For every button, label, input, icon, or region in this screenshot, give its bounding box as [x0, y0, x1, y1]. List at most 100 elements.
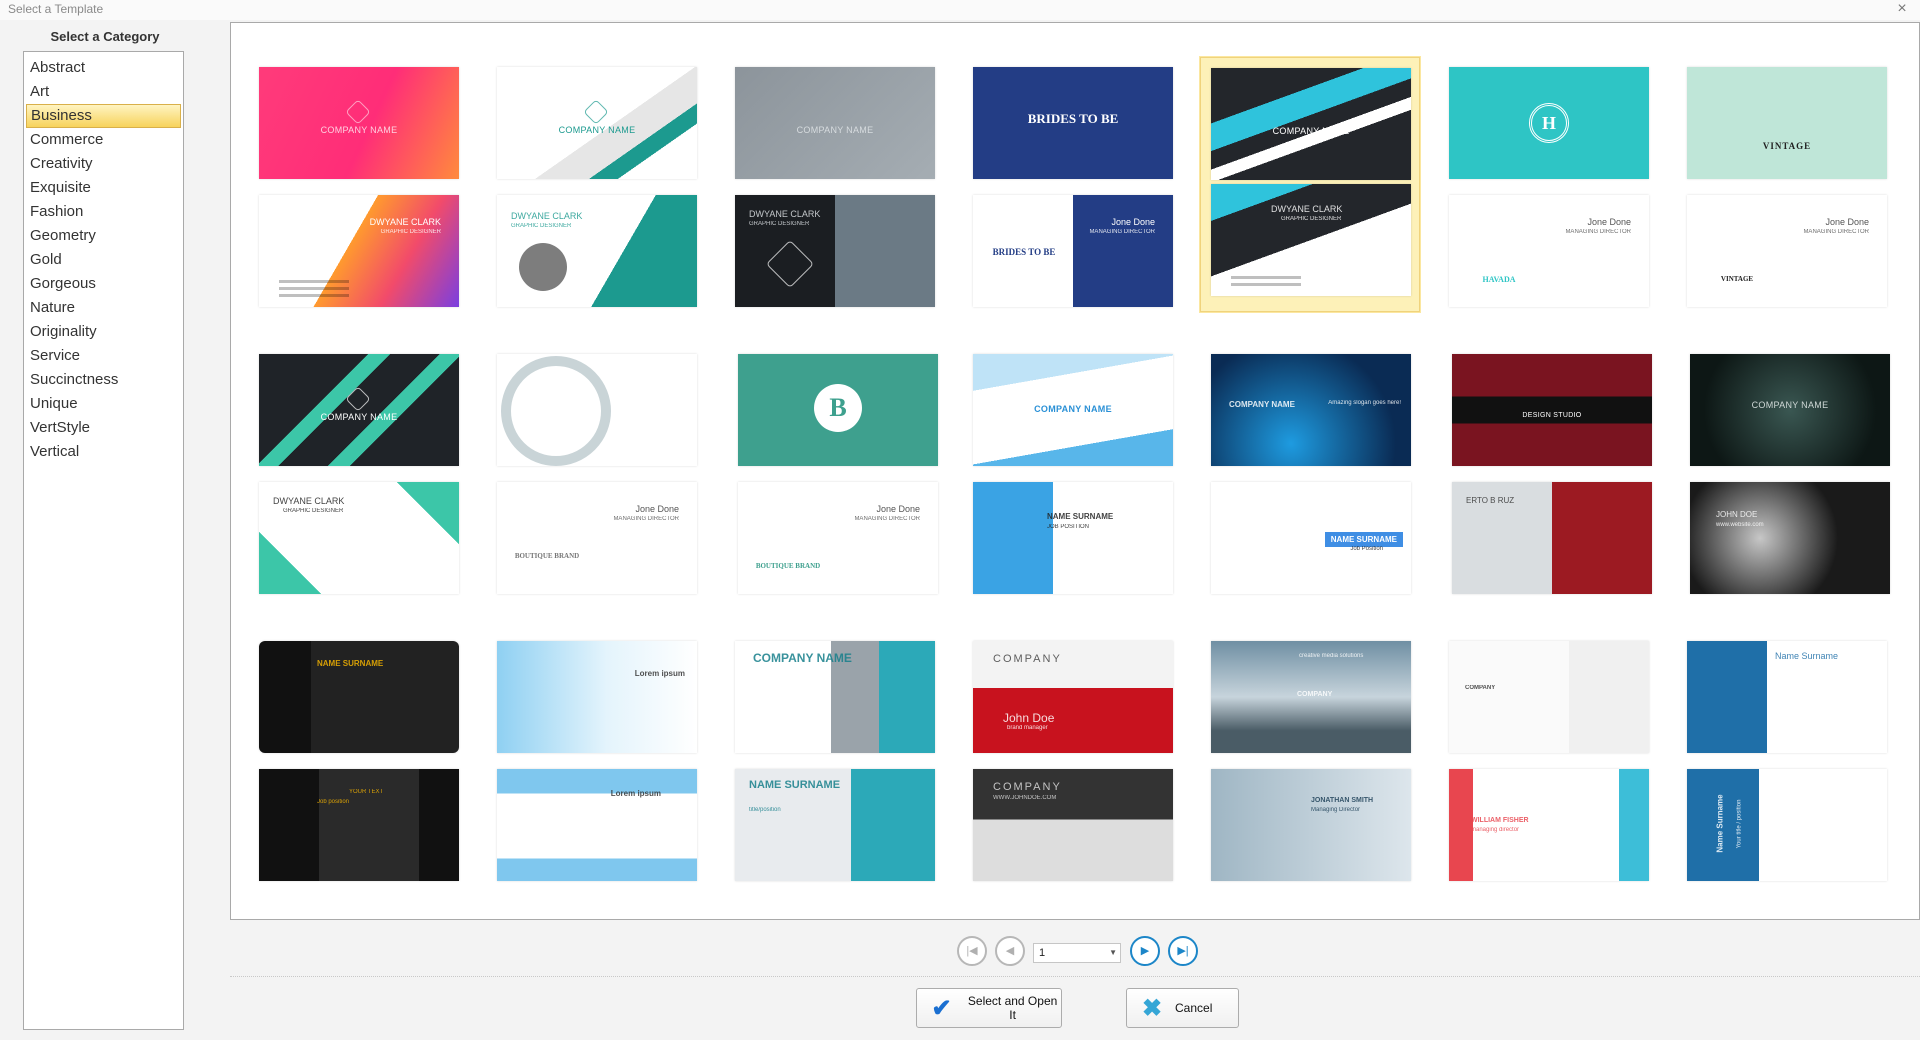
- template-back-title: Jone Done: [1825, 217, 1869, 227]
- template-back-subtitle: MANAGING DIRECTOR: [1803, 229, 1869, 235]
- template-front-title: COMPANY NAME: [753, 651, 852, 665]
- category-item-gorgeous[interactable]: Gorgeous: [26, 272, 181, 296]
- template-back-title: ERTO B RUZ: [1466, 496, 1515, 505]
- template-front-title: COMPANY NAME: [1751, 400, 1829, 410]
- template-thumbnail[interactable]: COMPANY NAME JOHN DOE www.website.com: [1690, 354, 1890, 594]
- category-item-exquisite[interactable]: Exquisite: [26, 176, 181, 200]
- template-back-title: Name Surname: [1715, 794, 1725, 853]
- page-select[interactable]: 1 ▼: [1033, 943, 1121, 963]
- template-front: creative media solutions COMPANY: [1211, 641, 1411, 753]
- template-back-subtitle: GRAPHIC DESIGNER: [1281, 216, 1342, 222]
- template-back-subtitle: Your title / position: [1736, 799, 1743, 849]
- template-grid: COMPANY NAME DWYANE CLARK GRAPHIC DESIGN…: [230, 22, 1920, 920]
- template-front: NAME SURNAME: [259, 641, 459, 753]
- template-back-title: DWYANE CLARK: [1271, 204, 1343, 214]
- template-back-subtitle: GRAPHIC DESIGNER: [511, 223, 572, 229]
- category-item-unique[interactable]: Unique: [26, 392, 181, 416]
- template-back-title: JOHN DOE: [1716, 510, 1758, 519]
- category-item-vertstyle[interactable]: VertStyle: [26, 416, 181, 440]
- cancel-button[interactable]: ✖ Cancel: [1126, 988, 1239, 1028]
- category-item-art[interactable]: Art: [26, 80, 181, 104]
- template-thumbnail[interactable]: COMPANY NAME DWYANE CLARK GRAPHIC DESIGN…: [735, 67, 935, 307]
- template-back-title: DWYANE CLARK: [749, 209, 821, 219]
- category-item-abstract[interactable]: Abstract: [26, 56, 181, 80]
- template-front-slogan: Amazing slogan goes here!: [1328, 400, 1401, 406]
- divider: [230, 976, 1920, 977]
- template-back: WILLIAM FISHER managing director: [1449, 769, 1649, 881]
- template-front-title: COMPANY NAME: [558, 125, 636, 135]
- template-front: COMPANY NAME Amazing slogan goes here!: [1211, 354, 1411, 466]
- template-thumbnail[interactable]: Name Surname Name Surname Your title / p…: [1687, 641, 1887, 881]
- template-thumbnail[interactable]: DESIGN STUDIO ERTO B RUZ: [1452, 354, 1652, 594]
- close-icon[interactable]: ×: [1892, 0, 1912, 20]
- template-thumbnail[interactable]: COMPANY John Doe brand manager COMPANY W…: [973, 641, 1173, 881]
- template-front: COMPANY NAME: [973, 354, 1173, 466]
- template-front: DESIGN STUDIO: [1452, 354, 1652, 466]
- template-thumbnail[interactable]: COMPANY NAME NAME SURNAME title/position: [735, 641, 935, 881]
- category-item-gold[interactable]: Gold: [26, 248, 181, 272]
- template-thumbnail[interactable]: COMPANY NAME NAME SURNAME JOB POSITION: [973, 354, 1173, 594]
- template-front: B: [738, 354, 938, 466]
- template-front-title: NAME SURNAME: [317, 659, 384, 668]
- template-front-title: H: [1529, 103, 1569, 143]
- template-thumbnail[interactable]: COMPANY NAME DWYANE CLARK GRAPHIC DESIGN…: [259, 354, 459, 594]
- template-thumbnail[interactable]: H HAVADA Jone Done MANAGING DIRECTOR: [1449, 67, 1649, 307]
- template-front-title: COMPANY NAME: [320, 125, 398, 135]
- template-front-title: Lorem ipsum: [634, 669, 685, 678]
- previous-page-icon[interactable]: ◀: [995, 936, 1025, 966]
- next-page-icon[interactable]: ▶: [1130, 936, 1160, 966]
- category-item-creativity[interactable]: Creativity: [26, 152, 181, 176]
- template-thumbnail[interactable]: COMPANY NAME DWYANE CLARK GRAPHIC DESIGN…: [497, 67, 697, 307]
- avatar: [519, 243, 567, 291]
- template-front-title: DESIGN STUDIO: [1522, 412, 1582, 419]
- template-front: COMPANY NAME: [497, 67, 697, 179]
- template-front: COMPANY NAME: [1211, 68, 1411, 180]
- template-thumbnail[interactable]: BRIDES TO BE BRIDES TO BE Jone Done MANA…: [973, 67, 1173, 307]
- template-front-title: COMPANY NAME: [1034, 404, 1112, 414]
- category-item-business[interactable]: Business: [26, 104, 181, 128]
- template-back-title: DWYANE CLARK: [369, 217, 441, 227]
- template-front: Lorem ipsum: [497, 641, 697, 753]
- category-item-nature[interactable]: Nature: [26, 296, 181, 320]
- select-and-open-button[interactable]: ✔ Select and Open It: [916, 988, 1062, 1028]
- category-list[interactable]: Abstract Art Business Commerce Creativit…: [23, 51, 184, 1030]
- last-page-icon[interactable]: ▶|: [1168, 936, 1198, 966]
- template-thumbnail[interactable]: VINTAGE VINTAGE Jone Done MANAGING DIREC…: [1687, 67, 1887, 307]
- template-thumbnail[interactable]: creative media solutions COMPANY JONATHA…: [1211, 641, 1411, 881]
- category-item-fashion[interactable]: Fashion: [26, 200, 181, 224]
- category-item-vertical[interactable]: Vertical: [26, 440, 181, 464]
- template-front-person: John Doe: [1003, 711, 1055, 725]
- template-thumbnail[interactable]: Lorem ipsum Lorem ipsum: [497, 641, 697, 881]
- template-thumbnail[interactable]: NAME SURNAME YOUR TEXT Job position: [259, 641, 459, 881]
- first-page-icon[interactable]: |◀: [957, 936, 987, 966]
- template-thumbnail[interactable]: B BOUTIQUE BRAND Jone Done MANAGING DIRE…: [738, 354, 938, 594]
- template-front: COMPANY: [1449, 641, 1649, 753]
- template-back: JOHN DOE www.website.com: [1690, 482, 1890, 594]
- template-thumbnail[interactable]: COMPANY WILLIAM FISHER managing director: [1449, 641, 1649, 881]
- template-back: NAME SURNAME JOB POSITION: [973, 482, 1173, 594]
- template-back-subtitle: GRAPHIC DESIGNER: [283, 508, 344, 514]
- template-front: [497, 354, 697, 466]
- hexagon-icon: [345, 99, 371, 125]
- template-back: BRIDES TO BE Jone Done MANAGING DIRECTOR: [973, 195, 1173, 307]
- template-front: H: [1449, 67, 1649, 179]
- template-thumbnail[interactable]: COMPANY NAME Amazing slogan goes here! N…: [1211, 354, 1411, 594]
- template-front: VINTAGE: [1687, 67, 1887, 179]
- template-thumbnail[interactable]: BOUTIQUE BRAND Jone Done MANAGING DIRECT…: [497, 354, 697, 594]
- category-item-originality[interactable]: Originality: [26, 320, 181, 344]
- template-back-title: DWYANE CLARK: [511, 211, 583, 221]
- category-item-succinctness[interactable]: Succinctness: [26, 368, 181, 392]
- template-thumbnail-selected[interactable]: COMPANY NAME DWYANE CLARK GRAPHIC DESIGN…: [1200, 57, 1420, 312]
- template-back-title: Jone Done: [1111, 217, 1155, 227]
- template-back-title: Jone Done: [635, 504, 679, 514]
- contact-lines: [1231, 272, 1301, 286]
- template-thumbnail[interactable]: COMPANY NAME DWYANE CLARK GRAPHIC DESIGN…: [259, 67, 459, 307]
- template-front: BRIDES TO BE: [973, 67, 1173, 179]
- category-item-service[interactable]: Service: [26, 344, 181, 368]
- category-item-geometry[interactable]: Geometry: [26, 224, 181, 248]
- template-back-subtitle: GRAPHIC DESIGNER: [749, 221, 810, 227]
- template-back-subtitle: JOB POSITION: [1047, 524, 1090, 530]
- template-back: DWYANE CLARK GRAPHIC DESIGNER: [497, 195, 697, 307]
- cancel-label: Cancel: [1175, 1001, 1213, 1015]
- category-item-commerce[interactable]: Commerce: [26, 128, 181, 152]
